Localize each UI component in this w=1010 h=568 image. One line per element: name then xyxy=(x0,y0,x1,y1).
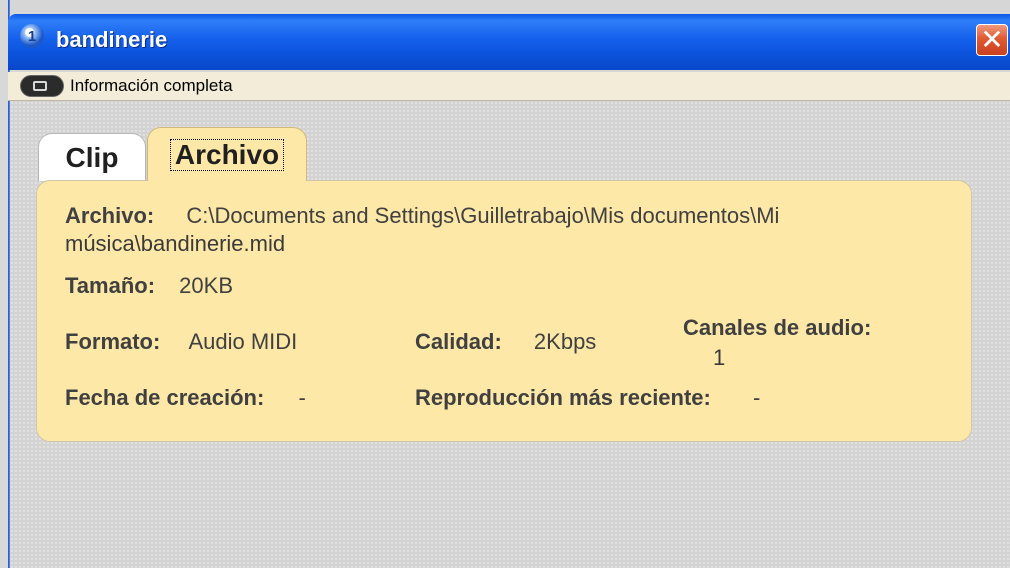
app-icon: 1 xyxy=(20,24,44,48)
reproduccion-row: Reproducción más reciente: - xyxy=(415,385,760,411)
close-icon: ✕ xyxy=(980,24,1004,55)
tab-archivo-label: Archivo xyxy=(169,138,285,171)
info-bar-label: Información completa xyxy=(70,76,233,95)
tab-archivo[interactable]: Archivo xyxy=(147,127,307,181)
reproduccion-value: - xyxy=(753,385,761,410)
calidad-label: Calidad: xyxy=(415,329,502,354)
title-bar[interactable]: 1 bandinerie ✕ xyxy=(8,14,1010,70)
close-button[interactable]: ✕ xyxy=(976,24,1008,56)
archivo-value-line2: música\bandinerie.mid xyxy=(65,231,286,256)
info-display-icon[interactable] xyxy=(20,75,64,97)
tab-clip[interactable]: Clip xyxy=(38,133,146,181)
formato-value: Audio MIDI xyxy=(188,329,298,354)
canales-value: 1 xyxy=(713,345,726,370)
calidad-value: 2Kbps xyxy=(533,329,597,354)
reproduccion-label: Reproducción más reciente: xyxy=(415,385,711,410)
fecha-label: Fecha de creación: xyxy=(65,385,265,410)
tamano-value: 20KB xyxy=(179,273,233,298)
app-icon-glyph: 1 xyxy=(27,27,37,45)
file-details-panel: Archivo: C:\Documents and Settings\Guill… xyxy=(36,180,972,442)
canales-label-text: Canales de audio: xyxy=(683,315,872,340)
info-bar: Información completa xyxy=(8,72,1010,101)
archivo-value-line1: C:\Documents and Settings\Guilletrabajo\… xyxy=(186,203,780,228)
fecha-value: - xyxy=(298,385,306,410)
archivo-label: Archivo: xyxy=(65,203,155,228)
tab-clip-label: Clip xyxy=(65,141,119,173)
dialog-window: 1 bandinerie ✕ Información completa Clip… xyxy=(8,0,1010,568)
window-title: bandinerie xyxy=(56,27,168,52)
content-area: Clip Archivo Archivo: C:\Documents and S… xyxy=(10,101,1010,568)
formato-label: Formato: xyxy=(65,329,161,354)
fecha-row: Fecha de creación: - xyxy=(65,385,306,411)
formato-row: Formato: Audio MIDI xyxy=(65,329,297,355)
archivo-row: Archivo: C:\Documents and Settings\Guill… xyxy=(65,203,779,229)
calidad-row: Calidad: 2Kbps xyxy=(415,329,596,355)
tamano-label: Tamaño: xyxy=(65,273,156,298)
canales-label: Canales de audio: xyxy=(683,315,871,341)
tamano-row: Tamaño: 20KB xyxy=(65,273,233,299)
